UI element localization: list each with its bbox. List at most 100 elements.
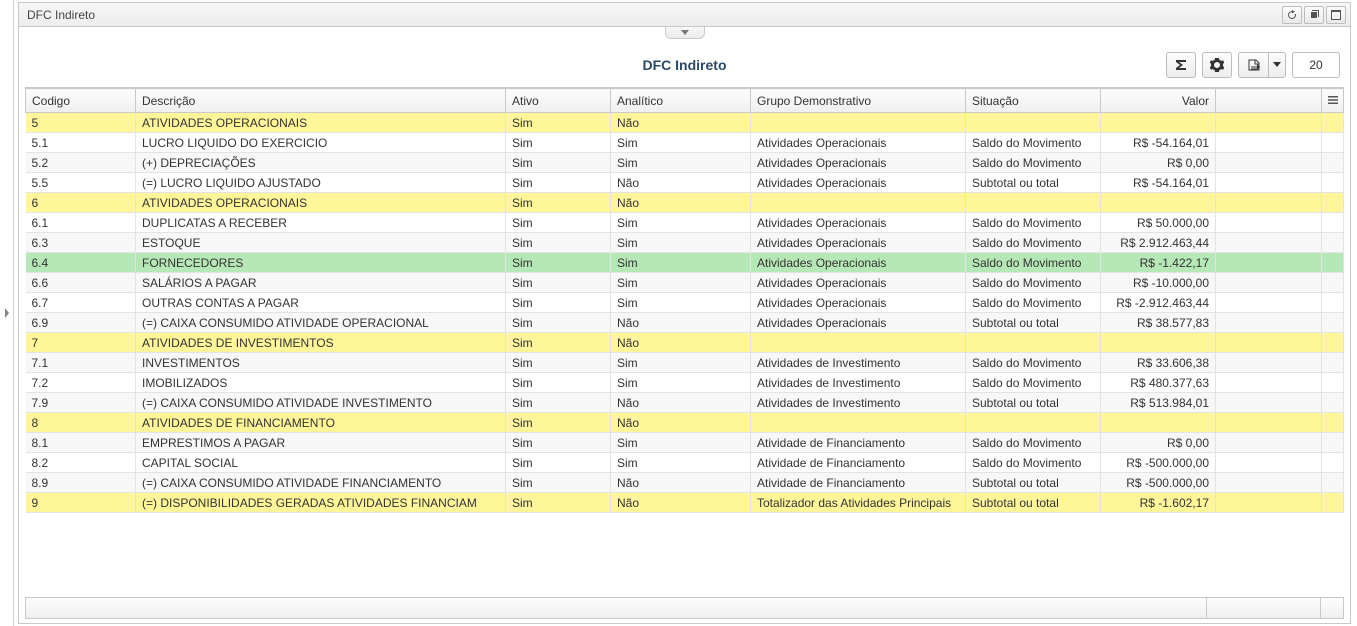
- cell-spacer: [1216, 233, 1322, 253]
- table-row[interactable]: 6.1DUPLICATAS A RECEBERSimSimAtividades …: [26, 213, 1344, 233]
- cell-grupo: Atividades Operacionais: [751, 273, 966, 293]
- cell-situacao: Saldo do Movimento: [966, 213, 1101, 233]
- grid-menu-button[interactable]: [1322, 89, 1344, 113]
- table-row[interactable]: 5.1LUCRO LIQUIDO DO EXERCICIOSimSimAtivi…: [26, 133, 1344, 153]
- table-row[interactable]: 6.6SALÁRIOS A PAGARSimSimAtividades Oper…: [26, 273, 1344, 293]
- cell-analitico: Sim: [611, 273, 751, 293]
- cell-descricao: ATIVIDADES DE INVESTIMENTOS: [136, 333, 506, 353]
- sum-button[interactable]: [1166, 52, 1196, 78]
- cell-codigo: 7.2: [26, 373, 136, 393]
- table-row[interactable]: 7.2IMOBILIZADOSSimSimAtividades de Inves…: [26, 373, 1344, 393]
- cell-valor: R$ -54.164,01: [1101, 133, 1216, 153]
- cell-valor: R$ -500.000,00: [1101, 473, 1216, 493]
- cell-codigo: 7.9: [26, 393, 136, 413]
- cell-ativo: Sim: [506, 273, 611, 293]
- cell-codigo: 8.1: [26, 433, 136, 453]
- window-title: DFC Indireto: [27, 8, 95, 22]
- col-header-valor[interactable]: Valor: [1101, 89, 1216, 113]
- cell-ativo: Sim: [506, 333, 611, 353]
- table-row[interactable]: 6.9(=) CAIXA CONSUMIDO ATIVIDADE OPERACI…: [26, 313, 1344, 333]
- window-title-bar: DFC Indireto: [19, 3, 1350, 27]
- table-row[interactable]: 8.1EMPRESTIMOS A PAGARSimSimAtividade de…: [26, 433, 1344, 453]
- cell-menu: [1322, 113, 1344, 133]
- col-header-situacao[interactable]: Situação: [966, 89, 1101, 113]
- cell-situacao: Saldo do Movimento: [966, 253, 1101, 273]
- col-header-analitico[interactable]: Analítico: [611, 89, 751, 113]
- table-row[interactable]: 5.5(=) LUCRO LIQUIDO AJUSTADOSimNãoAtivi…: [26, 173, 1344, 193]
- cell-grupo: [751, 193, 966, 213]
- settings-button[interactable]: [1202, 52, 1232, 78]
- cell-descricao: (+) DEPRECIAÇÕES: [136, 153, 506, 173]
- table-row[interactable]: 6ATIVIDADES OPERACIONAISSimNão: [26, 193, 1344, 213]
- cell-situacao: Subtotal ou total: [966, 473, 1101, 493]
- table-row[interactable]: 9(=) DISPONIBILIDADES GERADAS ATIVIDADES…: [26, 493, 1344, 513]
- cell-ativo: Sim: [506, 453, 611, 473]
- cell-ativo: Sim: [506, 473, 611, 493]
- cell-menu: [1322, 273, 1344, 293]
- col-header-descricao[interactable]: Descrição: [136, 89, 506, 113]
- cell-codigo: 7: [26, 333, 136, 353]
- table-row[interactable]: 8.2CAPITAL SOCIALSimSimAtividade de Fina…: [26, 453, 1344, 473]
- cell-analitico: Sim: [611, 373, 751, 393]
- cell-situacao: Saldo do Movimento: [966, 153, 1101, 173]
- col-header-spacer: [1216, 89, 1322, 113]
- cell-descricao: (=) DISPONIBILIDADES GERADAS ATIVIDADES …: [136, 493, 506, 513]
- table-row[interactable]: 7ATIVIDADES DE INVESTIMENTOSSimNão: [26, 333, 1344, 353]
- cell-analitico: Sim: [611, 213, 751, 233]
- cell-grupo: Totalizador das Atividades Principais: [751, 493, 966, 513]
- cell-spacer: [1216, 193, 1322, 213]
- col-header-grupo[interactable]: Grupo Demonstrativo: [751, 89, 966, 113]
- table-row[interactable]: 8ATIVIDADES DE FINANCIAMENTOSimNão: [26, 413, 1344, 433]
- cell-spacer: [1216, 213, 1322, 233]
- table-row[interactable]: 5ATIVIDADES OPERACIONAISSimNão: [26, 113, 1344, 133]
- table-row[interactable]: 5.2(+) DEPRECIAÇÕESSimSimAtividades Oper…: [26, 153, 1344, 173]
- table-row[interactable]: 8.9(=) CAIXA CONSUMIDO ATIVIDADE FINANCI…: [26, 473, 1344, 493]
- cell-situacao: Saldo do Movimento: [966, 453, 1101, 473]
- window-refresh-button[interactable]: [1282, 6, 1302, 24]
- table-row[interactable]: 6.3ESTOQUESimSimAtividades OperacionaisS…: [26, 233, 1344, 253]
- cell-spacer: [1216, 113, 1322, 133]
- cell-analitico: Sim: [611, 153, 751, 173]
- cell-menu: [1322, 193, 1344, 213]
- panel-collapse-handle[interactable]: [665, 27, 705, 39]
- export-dropdown-button[interactable]: [1268, 52, 1286, 78]
- table-row[interactable]: 7.1INVESTIMENTOSSimSimAtividades de Inve…: [26, 353, 1344, 373]
- table-row[interactable]: 6.7OUTRAS CONTAS A PAGARSimSimAtividades…: [26, 293, 1344, 313]
- cell-situacao: Subtotal ou total: [966, 173, 1101, 193]
- window-restore-button[interactable]: [1304, 6, 1324, 24]
- sidebar-expand-handle[interactable]: [0, 0, 14, 626]
- cell-menu: [1322, 413, 1344, 433]
- cell-spacer: [1216, 393, 1322, 413]
- cell-grupo: Atividades Operacionais: [751, 293, 966, 313]
- col-header-codigo[interactable]: Codigo: [26, 89, 136, 113]
- cell-grupo: Atividades Operacionais: [751, 313, 966, 333]
- cell-valor: R$ 33.606,38: [1101, 353, 1216, 373]
- cell-menu: [1322, 173, 1344, 193]
- col-header-ativo[interactable]: Ativo: [506, 89, 611, 113]
- cell-spacer: [1216, 453, 1322, 473]
- cell-situacao: Subtotal ou total: [966, 493, 1101, 513]
- cell-analitico: Sim: [611, 133, 751, 153]
- cell-analitico: Sim: [611, 233, 751, 253]
- page-size-input[interactable]: [1292, 52, 1340, 78]
- cell-ativo: Sim: [506, 133, 611, 153]
- cell-analitico: Sim: [611, 433, 751, 453]
- export-button[interactable]: [1238, 52, 1268, 78]
- table-row[interactable]: 6.4FORNECEDORESSimSimAtividades Operacio…: [26, 253, 1344, 273]
- cell-valor: R$ 2.912.463,44: [1101, 233, 1216, 253]
- cell-codigo: 8.9: [26, 473, 136, 493]
- cell-descricao: EMPRESTIMOS A PAGAR: [136, 433, 506, 453]
- cell-grupo: [751, 413, 966, 433]
- table-row[interactable]: 7.9(=) CAIXA CONSUMIDO ATIVIDADE INVESTI…: [26, 393, 1344, 413]
- cell-codigo: 6.7: [26, 293, 136, 313]
- cell-analitico: Não: [611, 413, 751, 433]
- cell-descricao: (=) CAIXA CONSUMIDO ATIVIDADE INVESTIMEN…: [136, 393, 506, 413]
- cell-menu: [1322, 353, 1344, 373]
- window-maximize-button[interactable]: [1326, 6, 1346, 24]
- cell-menu: [1322, 333, 1344, 353]
- cell-codigo: 9: [26, 493, 136, 513]
- cell-descricao: DUPLICATAS A RECEBER: [136, 213, 506, 233]
- cell-spacer: [1216, 153, 1322, 173]
- cell-descricao: ATIVIDADES DE FINANCIAMENTO: [136, 413, 506, 433]
- cell-situacao: [966, 333, 1101, 353]
